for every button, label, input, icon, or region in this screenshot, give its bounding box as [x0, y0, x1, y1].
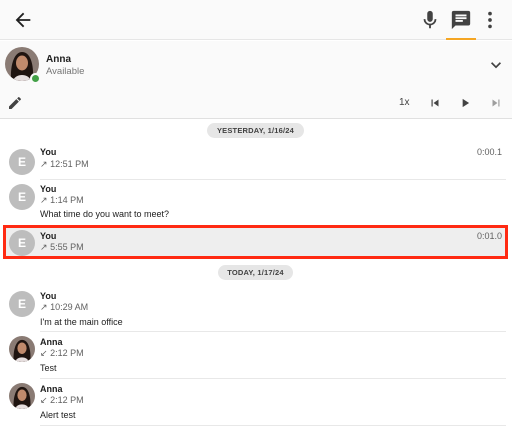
skip-next-icon[interactable] — [489, 96, 503, 110]
chevron-down-icon[interactable] — [486, 55, 506, 75]
contact-avatar — [9, 383, 35, 409]
more-vertical-icon[interactable] — [479, 9, 501, 31]
message-sender: Anna — [40, 384, 63, 394]
message-sender: You — [40, 231, 57, 241]
message-item[interactable]: E You ↗ 1:14 PM What time do you want to… — [0, 180, 512, 223]
message-sender: You — [40, 147, 57, 157]
message-time: 5:55 PM — [50, 242, 84, 252]
skip-previous-icon[interactable] — [428, 96, 442, 110]
incoming-arrow-icon: ↙ — [40, 348, 48, 358]
presence-indicator — [30, 73, 41, 84]
outgoing-arrow-icon: ↗ — [40, 242, 48, 252]
outgoing-arrow-icon: ↗ — [40, 195, 48, 205]
letter-avatar: E — [9, 291, 35, 317]
message-time: 12:51 PM — [50, 159, 89, 169]
letter-avatar: E — [9, 149, 35, 175]
date-divider: YESTERDAY, 1/16/24 — [207, 123, 304, 138]
incoming-arrow-icon: ↙ — [40, 395, 48, 405]
message-item[interactable]: Anna ↙ 2:12 PM Alert test — [0, 379, 512, 426]
contact-name: Anna — [46, 54, 71, 65]
playback-speed-button[interactable]: 1x — [399, 97, 410, 108]
microphone-icon[interactable] — [419, 9, 441, 31]
message-item[interactable]: E You ↗ 5:55 PM 0:01.0 — [0, 225, 512, 259]
message-item[interactable]: E You ↗ 10:29 AM I'm at the main office — [0, 287, 512, 332]
message-time: 2:12 PM — [50, 348, 84, 358]
message-sender: Anna — [40, 337, 63, 347]
back-arrow-icon[interactable] — [12, 9, 34, 31]
pencil-icon[interactable] — [7, 95, 23, 111]
message-item[interactable]: Anna ↙ 2:12 PM Test — [0, 332, 512, 379]
message-time: 2:12 PM — [50, 395, 84, 405]
message-duration: 0:01.0 — [476, 231, 502, 241]
contact-avatar — [9, 336, 35, 362]
message-time: 10:29 AM — [50, 302, 89, 312]
message-sender: You — [40, 184, 57, 194]
letter-avatar: E — [9, 230, 35, 256]
date-divider: TODAY, 1/17/24 — [218, 265, 293, 280]
outgoing-arrow-icon: ↗ — [40, 159, 48, 169]
message-duration: 0:00.1 — [476, 147, 502, 157]
message-text: I'm at the main office — [40, 317, 123, 327]
letter-avatar: E — [9, 184, 35, 210]
message-icon[interactable] — [450, 9, 472, 31]
divider — [40, 425, 506, 426]
message-time: 1:14 PM — [50, 195, 84, 205]
top-app-bar — [0, 0, 512, 40]
play-icon[interactable] — [458, 96, 472, 110]
message-sender: You — [40, 291, 57, 301]
message-text: Test — [40, 363, 57, 373]
active-tab-indicator — [446, 38, 476, 40]
contact-status: Available — [46, 66, 85, 77]
message-text: Alert test — [40, 410, 76, 420]
message-text: What time do you want to meet? — [40, 209, 170, 219]
message-item[interactable]: E You ↗ 12:51 PM 0:00.1 — [0, 143, 512, 180]
outgoing-arrow-icon: ↗ — [40, 302, 48, 312]
